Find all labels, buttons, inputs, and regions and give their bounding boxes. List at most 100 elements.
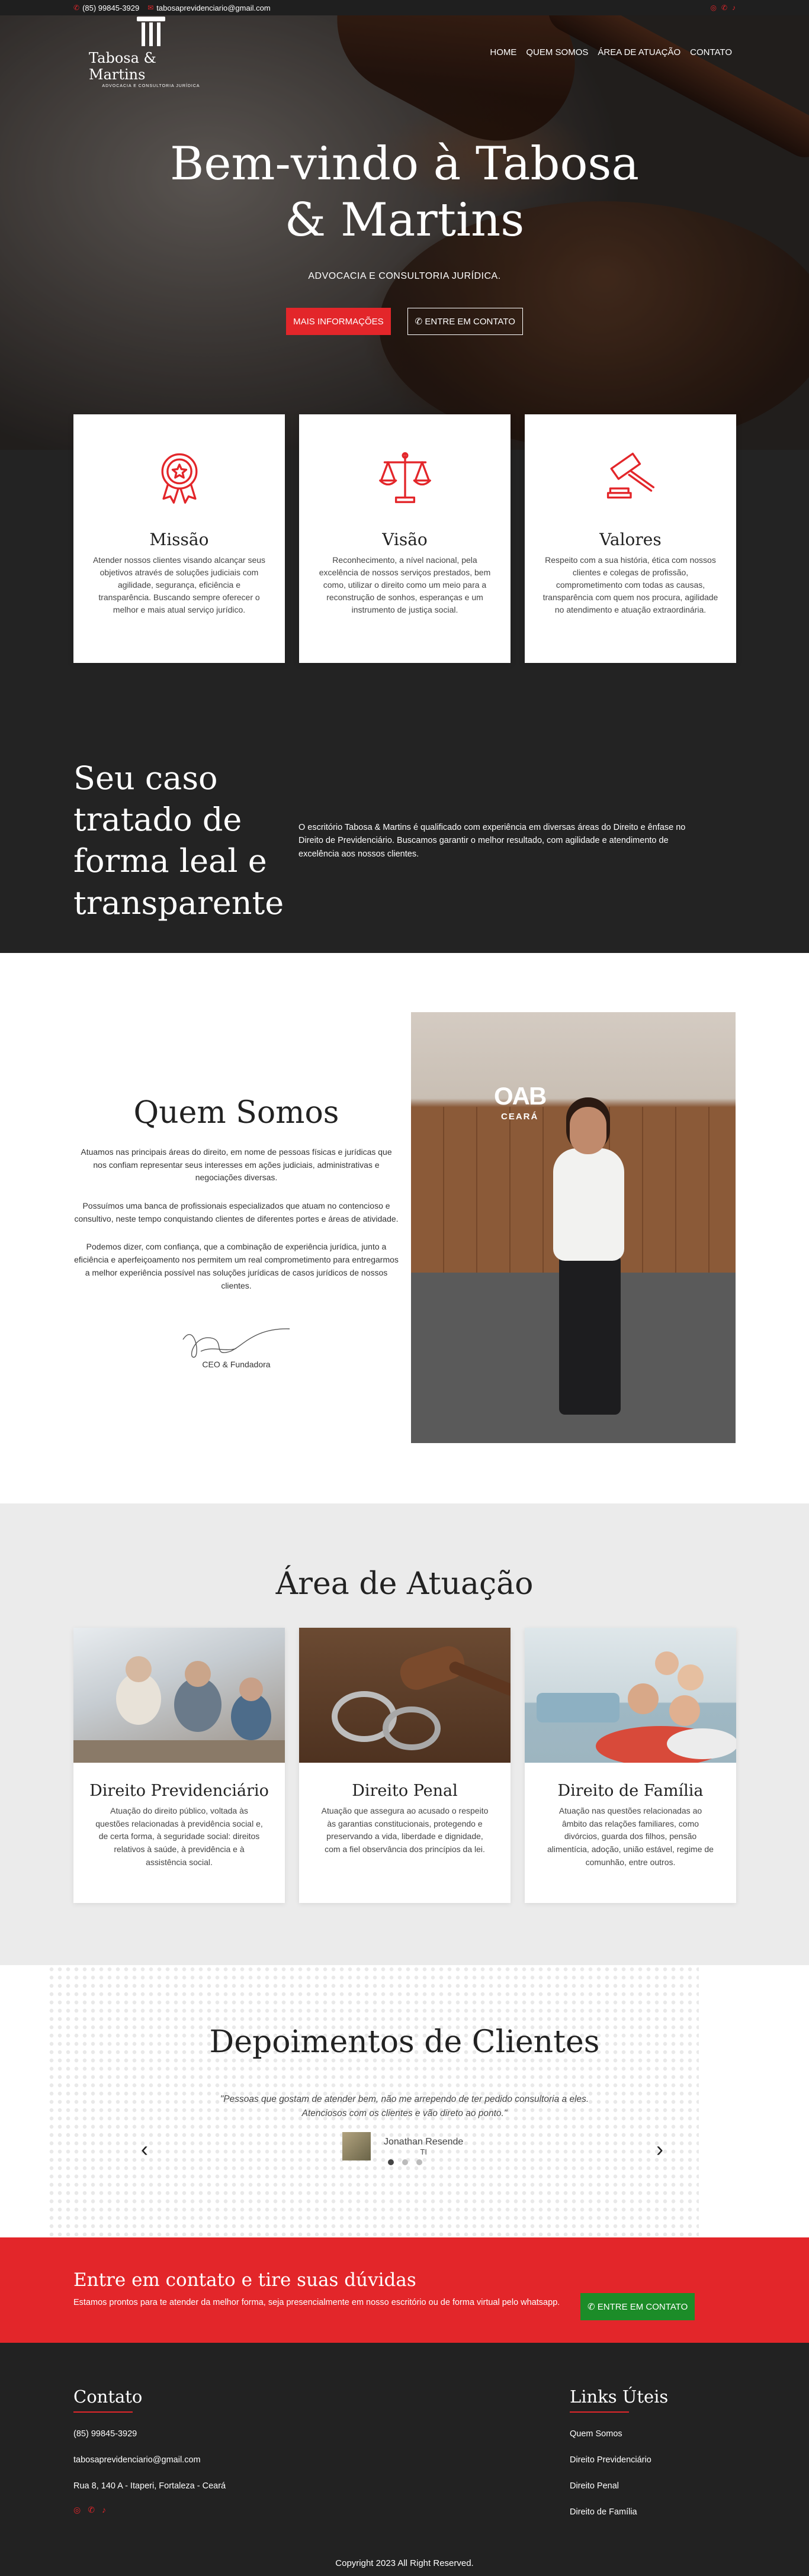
topbar-phone-text: (85) 99845-3929	[82, 3, 140, 12]
tratado-title: Seu caso tratado de forma leal e transpa…	[73, 759, 284, 922]
topbar-email-text: tabosaprevidenciario@gmail.com	[156, 3, 271, 12]
hero-subtitle: ADVOCACIA E CONSULTORIA JURÍDICA.	[308, 271, 501, 282]
value-text: Atender nossos clientes visando alcançar…	[92, 555, 266, 614]
phone-icon: ✆	[73, 4, 80, 12]
value-title: Visão	[382, 530, 428, 549]
author-name: Jonathan Resende	[384, 2136, 464, 2147]
instagram-icon[interactable]: ◎	[710, 4, 716, 12]
area-title: Área de Atuação	[275, 1566, 534, 1602]
hero-title-line2: & Martins	[284, 194, 525, 247]
area-card-text: Atuação que assegura ao acusado o respei…	[321, 1806, 489, 1854]
quem-somos-section: Quem Somos Atuamos nas principais áreas …	[0, 953, 809, 1503]
award-icon	[161, 453, 197, 504]
area-card-familia[interactable]: Direito de Família Atuação nas questões …	[525, 1628, 736, 1903]
footer-email[interactable]: tabosaprevidenciario@gmail.com	[73, 2455, 226, 2465]
quem-somos-title: Quem Somos	[133, 1095, 339, 1131]
handcuffs-gavel-image	[299, 1628, 511, 1763]
value-text: Reconhecimento, a nível nacional, pela e…	[319, 555, 491, 614]
footer-address: Rua 8, 140 A - Itaperi, Fortaleza - Cear…	[73, 2481, 226, 2491]
footer-link-familia[interactable]: Direito de Família	[570, 2507, 668, 2517]
value-title: Valores	[599, 530, 662, 549]
logo[interactable]: Tabosa & Martins ADVOCACIA E CONSULTORIA…	[89, 16, 213, 88]
nav-area-atuacao[interactable]: ÁREA DE ATUAÇÃO	[598, 47, 680, 57]
envelope-icon: ✉	[147, 4, 154, 12]
footer-contact-title: Contato	[73, 2387, 143, 2407]
area-card-title: Direito de Família	[557, 1782, 704, 1800]
footer-phone[interactable]: (85) 99845-3929	[73, 2429, 226, 2439]
footer: Contato (85) 99845-3929 tabosaprevidenci…	[0, 2343, 809, 2576]
values-section: Missão Atender nossos clientes visando a…	[0, 414, 809, 953]
tiktok-icon[interactable]: ♪	[732, 4, 736, 12]
value-card-visao: Visão Reconhecimento, a nível nacional, …	[299, 414, 511, 663]
avatar	[342, 2132, 371, 2160]
scales-icon	[378, 452, 431, 503]
footer-contact: Contato (85) 99845-3929 tabosaprevidenci…	[73, 2387, 226, 2515]
logo-tagline: ADVOCACIA E CONSULTORIA JURÍDICA	[102, 83, 200, 88]
logo-name: Tabosa & Martins	[89, 49, 156, 83]
area-card-penal[interactable]: Direito Penal Atuação que assegura ao ac…	[299, 1628, 511, 1903]
signature-image	[182, 1328, 290, 1358]
area-atuacao-section: Área de Atuação Direito Previdenciário A…	[0, 1503, 809, 1965]
ceo-label: CEO & Fundadora	[202, 1360, 271, 1370]
value-title: Missão	[149, 530, 209, 549]
family-image	[525, 1628, 736, 1763]
hero-title-line1: Bem-vindo à Tabosa	[170, 137, 639, 191]
elderly-people-image	[73, 1628, 285, 1763]
area-card-previdenciario[interactable]: Direito Previdenciário Atuação do direit…	[73, 1628, 285, 1903]
whatsapp-contact-button[interactable]: ✆ ENTRE EM CONTATO	[580, 2293, 695, 2320]
testimonials-title: Depoimentos de Clientes	[209, 2024, 600, 2060]
whatsapp-icon[interactable]: ✆	[721, 4, 727, 12]
footer-links-title: Links Úteis	[570, 2387, 669, 2407]
copyright: Copyright 2023 All Right Reserved.	[335, 2558, 474, 2568]
cta-section: Entre em contato e tire suas dúvidas Est…	[0, 2237, 809, 2343]
quem-somos-paragraph: Podemos dizer, com confiança, que a comb…	[74, 1242, 399, 1290]
tratado-text: O escritório Tabosa & Martins é qualific…	[298, 822, 686, 859]
area-card-title: Direito Penal	[352, 1782, 458, 1800]
topbar-phone[interactable]: ✆ (85) 99845-3929	[73, 4, 139, 12]
gavel-icon	[606, 452, 654, 499]
area-card-text: Atuação do direito público, voltada às q…	[95, 1806, 263, 1867]
founder-photo: OAB CEARÁ	[411, 1012, 736, 1443]
author-role: TI	[420, 2147, 427, 2156]
carousel-dot[interactable]	[416, 2159, 422, 2165]
hero-content: Bem-vindo à Tabosa & Martins ADVOCACIA E…	[0, 136, 809, 336]
photo-oab-sign: OAB	[494, 1082, 547, 1110]
footer-social: ◎ ✆ ♪	[73, 2505, 226, 2515]
carousel-dot[interactable]	[402, 2159, 408, 2165]
next-arrow-icon[interactable]: ›	[656, 2137, 663, 2162]
more-info-button[interactable]: MAIS INFORMAÇÕES	[286, 308, 391, 336]
cta-title: Entre em contato e tire suas dúvidas	[73, 2269, 416, 2291]
footer-link-previdenciario[interactable]: Direito Previdenciário	[570, 2455, 668, 2465]
signature: CEO & Fundadora	[73, 1316, 399, 1369]
area-card-title: Direito Previdenciário	[89, 1782, 269, 1800]
carousel-dot[interactable]	[388, 2159, 394, 2165]
area-card-text: Atuação nas questões relacionadas ao âmb…	[547, 1806, 714, 1867]
nav-quem-somos[interactable]: QUEM SOMOS	[526, 47, 588, 57]
quem-somos-text: Quem Somos Atuamos nas principais áreas …	[73, 1095, 399, 1369]
tratado-block: Seu caso tratado de forma leal e transpa…	[73, 758, 707, 924]
value-text: Respeito com a sua história, ética com n…	[542, 555, 718, 614]
nav-contato[interactable]: CONTATO	[690, 47, 732, 57]
instagram-icon[interactable]: ◎	[73, 2505, 81, 2515]
footer-link-quem-somos[interactable]: Quem Somos	[570, 2429, 668, 2439]
footer-links: Links Úteis Quem Somos Direito Previdenc…	[570, 2387, 668, 2517]
hero-section: Tabosa & Martins ADVOCACIA E CONSULTORIA…	[0, 0, 809, 450]
top-bar: ✆ (85) 99845-3929 ✉ tabosaprevidenciario…	[0, 0, 809, 15]
topbar-social: ◎ ✆ ♪	[710, 4, 736, 12]
tiktok-icon[interactable]: ♪	[102, 2505, 106, 2515]
photo-ceara-sign: CEARÁ	[501, 1112, 539, 1122]
nav-menu: HOME QUEM SOMOS ÁREA DE ATUAÇÃO CONTATO	[490, 47, 732, 57]
testimonial-quote: "Pessoas que gostam de atender bem, não …	[220, 2094, 589, 2119]
whatsapp-icon[interactable]: ✆	[88, 2505, 95, 2515]
quem-somos-paragraph: Atuamos nas principais áreas do direito,…	[81, 1147, 392, 1183]
contact-button[interactable]: ✆ ENTRE EM CONTATO	[407, 308, 523, 336]
prev-arrow-icon[interactable]: ‹	[141, 2137, 148, 2162]
logo-columns-icon	[137, 16, 165, 47]
main-nav: Tabosa & Martins ADVOCACIA E CONSULTORIA…	[89, 16, 732, 88]
topbar-email[interactable]: ✉ tabosaprevidenciario@gmail.com	[147, 4, 270, 12]
value-card-valores: Valores Respeito com a sua história, éti…	[525, 414, 736, 663]
nav-home[interactable]: HOME	[490, 47, 516, 57]
testimonials-section: Depoimentos de Clientes "Pessoas que gos…	[0, 1965, 809, 2237]
cta-text: Estamos prontos para te atender da melho…	[73, 2298, 560, 2307]
footer-link-penal[interactable]: Direito Penal	[570, 2481, 668, 2491]
